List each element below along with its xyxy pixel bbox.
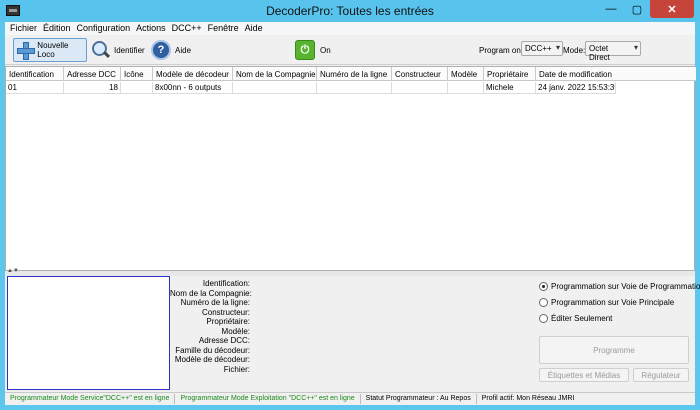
- table-cell: 8x00nn - 6 outputs: [153, 82, 233, 94]
- title-bar[interactable]: DecoderPro: Toutes les entrées — ▢ ✕: [0, 0, 700, 22]
- program-button[interactable]: Programme: [539, 336, 689, 364]
- detail-label: Constructeur:: [201, 307, 250, 317]
- help-button[interactable]: ? Aide: [151, 38, 199, 62]
- column-header[interactable]: Constructeur: [392, 67, 448, 81]
- menu-edition[interactable]: Édition: [40, 22, 74, 35]
- menu-aide[interactable]: Aide: [242, 22, 266, 35]
- detail-label: Fichier:: [223, 364, 250, 374]
- column-header[interactable]: Identification: [6, 67, 64, 81]
- radio-program-track[interactable]: Programmation sur Voie de Programmation: [539, 278, 700, 294]
- toolbar: Nouvelle Loco Identifier ? Aide ⏻ On Pro…: [5, 35, 695, 65]
- menu-actions[interactable]: Actions: [133, 22, 169, 35]
- detail-label: Propriétaire:: [206, 317, 250, 326]
- plus-icon: [16, 41, 36, 60]
- identify-label: Identifier: [114, 45, 145, 55]
- radio-label: Programmation sur Voie Principale: [551, 297, 675, 307]
- maximize-button[interactable]: ▢: [624, 0, 650, 18]
- close-button[interactable]: ✕: [650, 0, 694, 18]
- status-active-profile: Profil actif: Mon Réseau JMRI: [481, 395, 575, 402]
- throttle-button[interactable]: Régulateur: [633, 368, 689, 382]
- table-cell: [392, 82, 448, 94]
- status-programmer-state: Statut Programmateur : Au Repos: [361, 394, 477, 404]
- chevron-down-icon: ▾: [633, 43, 638, 52]
- menu-configuration[interactable]: Configuration: [74, 22, 134, 35]
- detail-label: Numéro de la ligne:: [180, 298, 250, 307]
- power-button[interactable]: ⏻ On: [295, 38, 335, 62]
- table-cell: [233, 82, 317, 94]
- table-header: Identification Adresse DCC Icône Modèle …: [6, 67, 696, 81]
- loco-image-pane: [7, 276, 170, 390]
- radio-button[interactable]: [539, 297, 548, 307]
- details-panel: Identification: Nom de la Compagnie: Num…: [5, 276, 700, 392]
- column-header[interactable]: Propriétaire: [484, 67, 536, 81]
- program-on-select[interactable]: DCC++ ▾: [521, 41, 563, 56]
- radio-button[interactable]: [539, 313, 548, 323]
- column-header[interactable]: Nom de la Compagnie: [233, 67, 317, 81]
- chevron-down-icon: ▾: [555, 43, 560, 52]
- radio-edit-only[interactable]: Éditer Seulement: [539, 310, 695, 326]
- client-area: Fichier Édition Configuration Actions DC…: [5, 22, 700, 405]
- detail-label: Modèle:: [221, 326, 250, 336]
- status-bar: Programmateur Mode Service"DCC++" est en…: [5, 392, 695, 405]
- column-header[interactable]: Modèle de décodeur: [153, 67, 233, 81]
- column-header[interactable]: Date de modification: [536, 67, 696, 81]
- menu-dccpp[interactable]: DCC++: [169, 22, 205, 35]
- new-loco-label: Nouvelle Loco: [37, 41, 69, 59]
- menu-bar: Fichier Édition Configuration Actions DC…: [5, 22, 695, 35]
- table-row[interactable]: 01 18 8x00nn - 6 outputs Michele 24 janv…: [6, 82, 616, 94]
- table-cell: 24 janv. 2022 15:53:39: [536, 82, 616, 94]
- table-cell: [448, 82, 484, 94]
- radio-label: Éditer Seulement: [551, 313, 613, 323]
- detail-label: Nom de la Compagnie:: [170, 288, 252, 298]
- radio-label: Programmation sur Voie de Programmation: [551, 281, 700, 291]
- table-cell: 18: [64, 82, 121, 94]
- power-label: On: [320, 45, 331, 55]
- roster-table[interactable]: Identification Adresse DCC Icône Modèle …: [5, 66, 696, 271]
- menu-fichier[interactable]: Fichier: [7, 22, 40, 35]
- detail-label: Modèle de décodeur:: [174, 355, 250, 364]
- labels-media-button[interactable]: Étiquettes et Médias: [539, 368, 629, 382]
- column-header[interactable]: Modèle: [448, 67, 484, 81]
- minimize-button[interactable]: —: [598, 0, 624, 18]
- window-title: DecoderPro: Toutes les entrées: [266, 4, 434, 18]
- table-cell: Michele: [484, 82, 536, 94]
- help-label: Aide: [175, 45, 192, 55]
- power-icon: ⏻: [295, 40, 315, 60]
- mode-value: Octet Direct: [589, 44, 610, 62]
- split-arrows-icon[interactable]: ▲▼: [7, 268, 19, 274]
- new-loco-button[interactable]: Nouvelle Loco: [13, 38, 87, 62]
- table-cell: [121, 82, 153, 94]
- identify-button[interactable]: Identifier: [91, 38, 149, 62]
- detail-label: Identification:: [202, 279, 250, 288]
- menu-fenetre[interactable]: Fenêtre: [205, 22, 242, 35]
- table-cell: [317, 82, 392, 94]
- status-service-programmer: Programmateur Mode Service"DCC++" est en…: [5, 394, 176, 404]
- help-icon: ?: [151, 40, 171, 60]
- detail-label: Famille du décodeur:: [175, 345, 250, 355]
- column-header[interactable]: Icône: [121, 67, 153, 81]
- status-ops-programmer: Programmateur Mode Exploitation "DCC++" …: [175, 394, 361, 404]
- column-header[interactable]: Numéro de la ligne: [317, 67, 392, 81]
- window-controls: — ▢ ✕: [598, 0, 694, 20]
- magnifier-icon: [91, 40, 111, 60]
- programming-mode-group: Programmation sur Voie de Programmation …: [539, 278, 700, 326]
- mode-select[interactable]: Octet Direct ▾: [585, 41, 641, 62]
- column-header[interactable]: Adresse DCC: [64, 67, 121, 81]
- detail-label: Adresse DCC:: [198, 336, 250, 345]
- application-window: DecoderPro: Toutes les entrées — ▢ ✕ Fic…: [0, 0, 700, 410]
- mode-label: Mode:: [563, 46, 586, 55]
- program-on-value: DCC++: [525, 44, 552, 53]
- program-on-label: Program on:: [479, 46, 524, 55]
- table-cell: 01: [6, 82, 64, 94]
- details-field-labels: Identification: Nom de la Compagnie: Num…: [170, 279, 252, 374]
- radio-button[interactable]: [539, 281, 548, 291]
- radio-main-track[interactable]: Programmation sur Voie Principale: [539, 294, 695, 310]
